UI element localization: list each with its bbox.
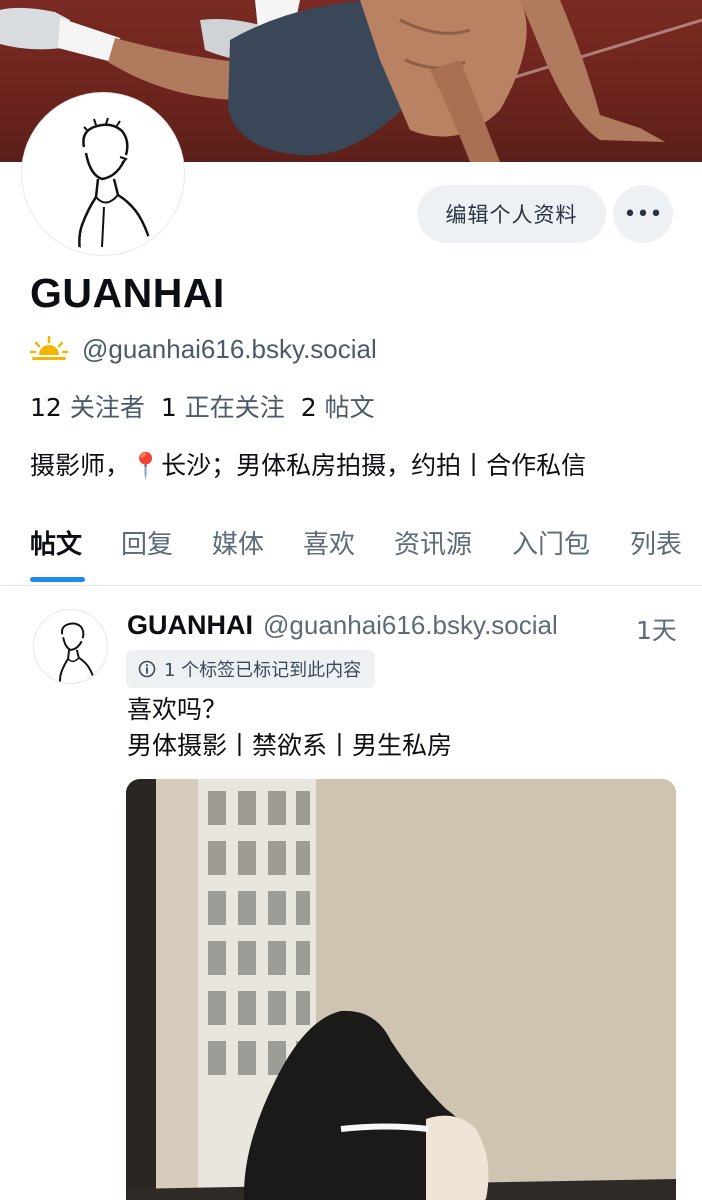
posts-count: 2 bbox=[300, 393, 317, 422]
more-dots-icon: ••• bbox=[623, 201, 663, 227]
active-tab-indicator bbox=[30, 577, 85, 582]
post-photo bbox=[126, 779, 676, 1200]
post-avatar-sketch bbox=[59, 622, 97, 683]
profile-bio: 摄影师，📍长沙；男体私房拍摄，约拍丨合作私信 bbox=[30, 451, 587, 480]
following-count[interactable]: 1 bbox=[161, 393, 177, 422]
post-text: 喜欢吗？ 男体摄影丨禁欲系丨男生私房 bbox=[127, 692, 452, 764]
tab-replies[interactable]: 回复 bbox=[121, 526, 173, 578]
tab-posts[interactable]: 帖文 bbox=[30, 526, 82, 578]
post-image[interactable] bbox=[126, 779, 676, 1200]
followers-label[interactable]: 关注者 bbox=[70, 388, 145, 424]
content-label-pill[interactable]: 1 个标签已标记到此内容 bbox=[126, 650, 376, 688]
tab-media[interactable]: 媒体 bbox=[212, 526, 264, 578]
post-author-handle[interactable]: @guanhai616.bsky.social bbox=[263, 610, 558, 641]
profile-handle[interactable]: @guanhai616.bsky.social bbox=[82, 334, 377, 365]
profile-tabs: 帖文 回复 媒体 喜欢 资讯源 入门包 列表 bbox=[0, 520, 702, 586]
sunrise-icon bbox=[30, 335, 68, 360]
info-icon bbox=[138, 660, 156, 678]
post-text-line-1: 喜欢吗？ bbox=[127, 695, 228, 724]
edit-profile-button[interactable]: 编辑个人资料 bbox=[417, 185, 606, 243]
post-header: GUANHAI @guanhai616.bsky.social bbox=[127, 610, 677, 646]
posts-label: 帖文 bbox=[324, 393, 375, 422]
tab-lists[interactable]: 列表 bbox=[630, 526, 682, 578]
more-options-button[interactable]: ••• bbox=[613, 185, 673, 243]
followers-count[interactable]: 12 bbox=[30, 393, 62, 422]
content-label-text: 1 个标签已标记到此内容 bbox=[164, 660, 362, 681]
profile-page: 编辑个人资料 ••• GUANHAI @guanhai616.bsky.soci… bbox=[0, 0, 702, 1200]
tab-likes[interactable]: 喜欢 bbox=[303, 526, 355, 578]
profile-avatar[interactable] bbox=[22, 93, 184, 255]
handle-row: @guanhai616.bsky.social bbox=[30, 332, 377, 366]
profile-stats: 12 关注者 1 正在关注 2 帖文 bbox=[30, 388, 391, 424]
avatar-sketch bbox=[78, 117, 154, 251]
tab-feeds[interactable]: 资讯源 bbox=[394, 526, 472, 578]
following-label[interactable]: 正在关注 bbox=[185, 388, 285, 424]
post-author-avatar[interactable] bbox=[33, 609, 108, 684]
post-text-line-2: 男体摄影丨禁欲系丨男生私房 bbox=[127, 731, 453, 760]
post-author-name[interactable]: GUANHAI bbox=[127, 610, 253, 641]
display-name: GUANHAI bbox=[30, 270, 225, 316]
tab-starter-packs[interactable]: 入门包 bbox=[512, 526, 590, 578]
post-timestamp[interactable]: 1天 bbox=[636, 611, 677, 647]
